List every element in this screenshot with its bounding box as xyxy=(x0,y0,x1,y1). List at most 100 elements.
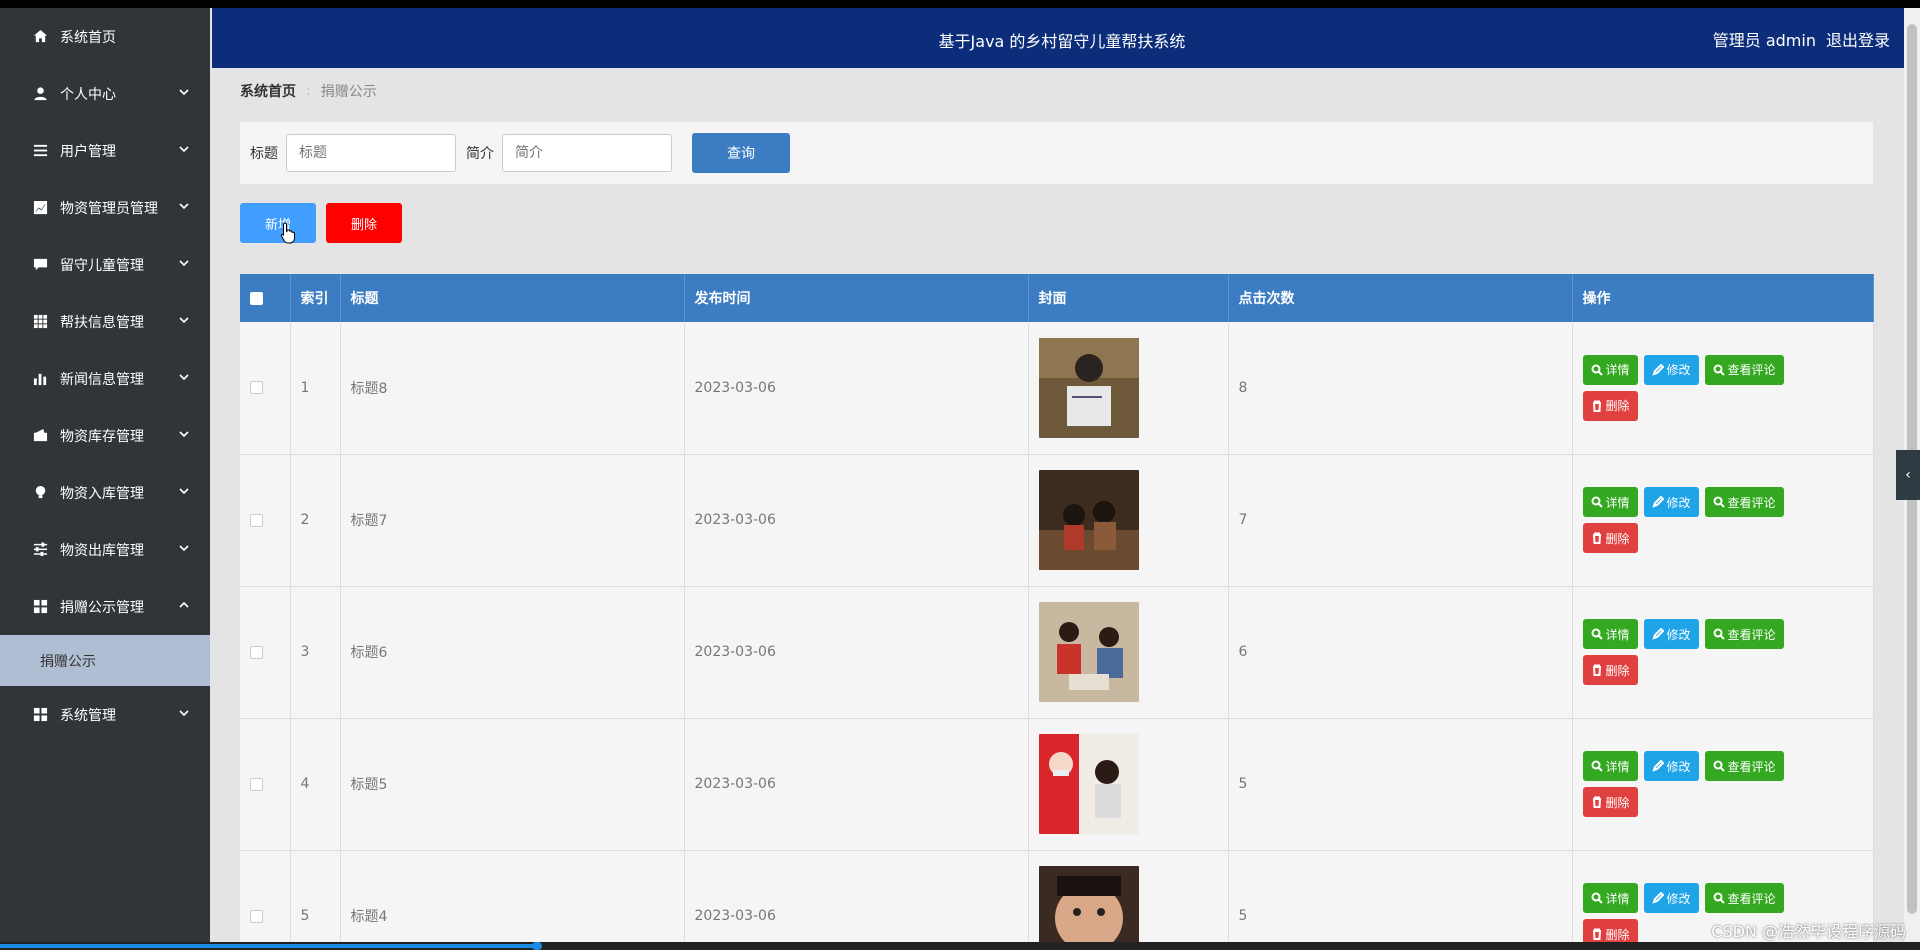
row-delete-label: 删除 xyxy=(1605,795,1630,810)
view-comments-label: 查看评论 xyxy=(1727,759,1776,774)
collapse-tab[interactable]: ‹ xyxy=(1896,450,1920,500)
row-checkbox[interactable] xyxy=(250,777,263,791)
row-delete-button[interactable]: 删除 xyxy=(1582,523,1638,553)
edit-button[interactable]: 修改 xyxy=(1643,487,1699,517)
sidebar-item-children[interactable]: 留守儿童管理 xyxy=(0,236,210,293)
add-button[interactable]: 新增 xyxy=(240,203,316,243)
row-title: 标题4 xyxy=(340,850,685,950)
chevron-down-icon xyxy=(178,200,190,212)
row-actions: 详情 修改 查看评论 删除 xyxy=(1582,751,1813,817)
column-header: 点击次数 xyxy=(1228,274,1573,322)
row-delete-label: 删除 xyxy=(1605,399,1630,414)
row-delete-button[interactable]: 删除 xyxy=(1582,655,1638,685)
edit-button-label: 修改 xyxy=(1666,495,1691,510)
breadcrumb-separator: : xyxy=(306,83,311,99)
home-icon xyxy=(32,29,48,45)
sidebar-item-news[interactable]: 新闻信息管理 xyxy=(0,350,210,407)
wallet-icon xyxy=(32,428,48,444)
detail-button[interactable]: 详情 xyxy=(1582,487,1638,517)
chevron-down-icon xyxy=(178,86,190,98)
grid-icon xyxy=(32,314,48,330)
message-icon xyxy=(32,257,48,273)
breadcrumb-home[interactable]: 系统首页 xyxy=(240,81,296,101)
intro-search-input[interactable] xyxy=(502,134,672,172)
batch-delete-button[interactable]: 删除 xyxy=(326,203,402,243)
sidebar-item-support-info[interactable]: 帮扶信息管理 xyxy=(0,293,210,350)
row-clicks: 5 xyxy=(1228,850,1573,950)
submenu-item-donation-public[interactable]: 捐赠公示 xyxy=(0,635,210,686)
detail-button[interactable]: 详情 xyxy=(1582,883,1638,913)
edit-button[interactable]: 修改 xyxy=(1643,354,1699,385)
app-title: 基于Java 的乡村留守儿童帮扶系统 xyxy=(938,32,1186,51)
sidebar-item-donation-public[interactable]: 捐赠公示管理 xyxy=(0,578,210,635)
video-progress-bar[interactable] xyxy=(0,942,1920,950)
detail-button[interactable]: 详情 xyxy=(1582,619,1638,649)
row-date: 2023-03-06 xyxy=(684,454,1029,587)
select-all-checkbox[interactable] xyxy=(250,291,263,305)
view-comments-button[interactable]: 查看评论 xyxy=(1704,487,1784,517)
row-index: 1 xyxy=(290,322,341,455)
mouse-cursor-icon xyxy=(280,222,295,244)
query-button[interactable]: 查询 xyxy=(692,133,790,173)
view-comments-button[interactable]: 查看评论 xyxy=(1704,883,1784,913)
row-index: 4 xyxy=(290,718,341,851)
edit-button-label: 修改 xyxy=(1666,627,1691,642)
row-clicks: 5 xyxy=(1228,718,1573,851)
row-checkbox[interactable] xyxy=(250,513,263,527)
sidebar-item-profile[interactable]: 个人中心 xyxy=(0,65,210,122)
sidebar-item-users[interactable]: 用户管理 xyxy=(0,122,210,179)
sidebar-item-label: 帮扶信息管理 xyxy=(60,314,144,331)
title-search-input[interactable] xyxy=(286,134,456,172)
apps-icon xyxy=(32,707,48,723)
detail-button-label: 详情 xyxy=(1605,495,1630,510)
row-checkbox[interactable] xyxy=(250,645,263,659)
detail-button[interactable]: 详情 xyxy=(1582,751,1638,781)
detail-button-label: 详情 xyxy=(1605,759,1630,774)
edit-button[interactable]: 修改 xyxy=(1643,751,1699,781)
row-clicks: 6 xyxy=(1228,586,1573,719)
view-comments-button[interactable]: 查看评论 xyxy=(1704,619,1784,649)
row-delete-button[interactable]: 删除 xyxy=(1582,787,1638,817)
chevron-down-icon xyxy=(178,143,190,155)
chevron-down-icon xyxy=(178,371,190,383)
table-row: 3 标题6 2023-03-06 6 详情 修改 查看评论 删除 xyxy=(240,586,1874,719)
row-delete-button[interactable]: 删除 xyxy=(1582,390,1638,421)
donation-table: 索引 标题 发布时间 封面 点击次数 操作 1 标题8 2023-03-06 8… xyxy=(240,274,1874,950)
user-icon xyxy=(32,86,48,102)
edit-button-label: 修改 xyxy=(1666,759,1691,774)
table-header-row: 索引 标题 发布时间 封面 点击次数 操作 xyxy=(240,274,1874,322)
logout-link[interactable]: 退出登录 xyxy=(1826,27,1890,51)
chevron-down-icon xyxy=(178,707,190,719)
progress-knob[interactable] xyxy=(532,942,542,950)
sidebar-item-stock-in[interactable]: 物资入库管理 xyxy=(0,464,210,521)
sidebar-item-inventory[interactable]: 物资库存管理 xyxy=(0,407,210,464)
cover-image xyxy=(1038,866,1139,950)
row-date: 2023-03-06 xyxy=(684,586,1029,719)
chevron-down-icon xyxy=(178,542,190,554)
view-comments-button[interactable]: 查看评论 xyxy=(1704,354,1784,385)
view-comments-label: 查看评论 xyxy=(1727,627,1776,642)
sidebar-item-stock-out[interactable]: 物资出库管理 xyxy=(0,521,210,578)
view-comments-button[interactable]: 查看评论 xyxy=(1704,751,1784,781)
row-checkbox[interactable] xyxy=(250,909,263,923)
row-checkbox[interactable] xyxy=(250,381,263,395)
edit-button[interactable]: 修改 xyxy=(1643,883,1699,913)
sidebar-item-label: 物资出库管理 xyxy=(60,542,144,559)
edit-button-label: 修改 xyxy=(1666,363,1691,378)
row-date: 2023-03-06 xyxy=(684,718,1029,851)
table-row: 2 标题7 2023-03-06 7 详情 修改 查看评论 删除 xyxy=(240,454,1874,587)
submenu-item-label: 捐赠公示 xyxy=(40,653,96,670)
table-row: 1 标题8 2023-03-06 8 详情 修改 查看评论 删除 xyxy=(240,322,1874,455)
select-all-header[interactable] xyxy=(240,274,291,322)
sidebar-item-label: 系统管理 xyxy=(60,707,116,724)
sidebar-item-home[interactable]: 系统首页 xyxy=(0,8,210,65)
column-header: 索引 xyxy=(290,274,341,322)
detail-button-label: 详情 xyxy=(1605,363,1630,378)
detail-button[interactable]: 详情 xyxy=(1582,354,1638,385)
sidebar-item-label: 捐赠公示管理 xyxy=(60,599,144,616)
sidebar-item-supply-admin[interactable]: 物资管理员管理 xyxy=(0,179,210,236)
top-black-strip xyxy=(0,0,1920,8)
view-comments-label: 查看评论 xyxy=(1727,891,1776,906)
edit-button[interactable]: 修改 xyxy=(1643,619,1699,649)
sidebar-item-system[interactable]: 系统管理 xyxy=(0,686,210,743)
